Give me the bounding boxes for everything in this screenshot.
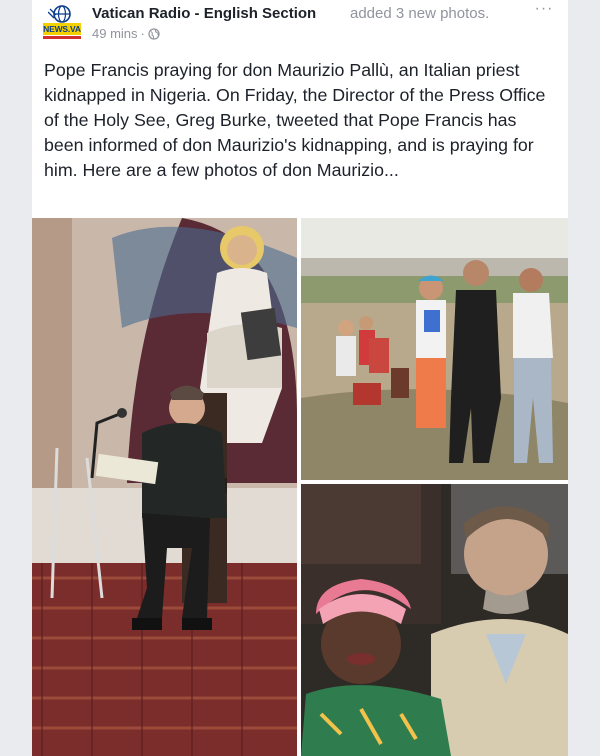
page-avatar[interactable]: NEWS.VA	[42, 4, 82, 44]
post-card: NEWS.VA Vatican Radio - English Section …	[32, 0, 568, 756]
photo-priest-reading[interactable]	[32, 218, 297, 756]
meta-separator: ·	[140, 26, 145, 41]
post-timestamp[interactable]: 49 mins	[92, 26, 138, 41]
globe-icon[interactable]	[148, 27, 160, 40]
page-name-link[interactable]: Vatican Radio - English Section	[92, 5, 316, 22]
post-text: Pope Francis praying for don Maurizio Pa…	[44, 60, 546, 180]
avatar-stripe	[43, 36, 81, 39]
post-action-text: added 3 new photos.	[350, 5, 490, 22]
post-header: NEWS.VA Vatican Radio - English Section …	[32, 0, 568, 56]
post-meta: 49 mins ·	[92, 26, 160, 41]
avatar-badge-text: NEWS.VA	[43, 23, 81, 35]
more-options-icon[interactable]: ···	[532, 1, 556, 22]
vatican-radio-logo-icon	[48, 5, 71, 23]
photo-group-outdoors[interactable]	[301, 218, 568, 480]
photo-priest-with-woman[interactable]	[301, 484, 568, 756]
